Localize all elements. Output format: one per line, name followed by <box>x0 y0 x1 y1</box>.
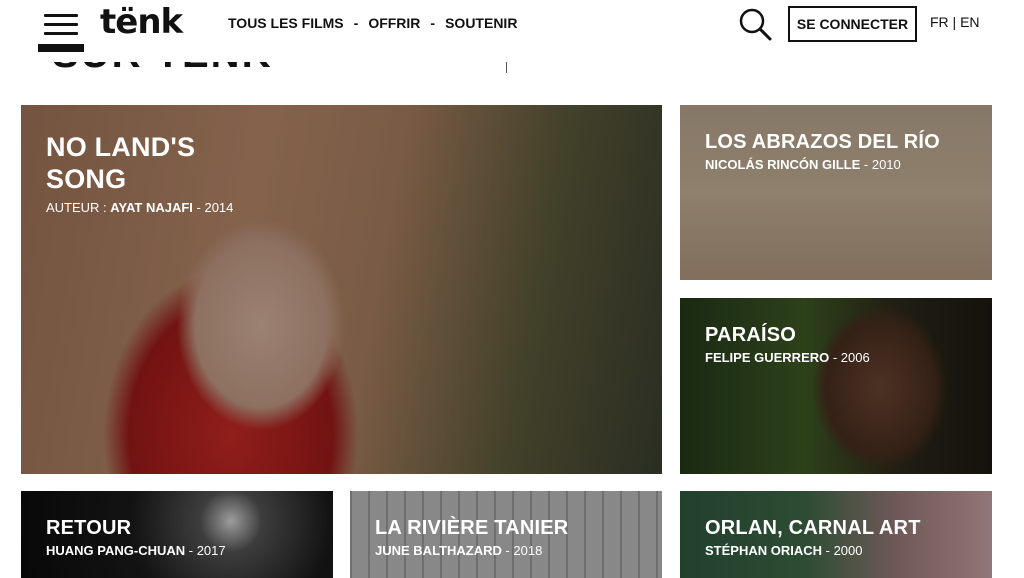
nav-separator: - <box>353 15 359 31</box>
menu-icon[interactable] <box>44 12 78 38</box>
film-year: - 2014 <box>192 199 234 215</box>
lang-en-link[interactable]: EN <box>960 14 979 30</box>
film-title: RETOUR <box>46 517 132 539</box>
film-author: JUNE BALTHAZARD <box>375 543 502 558</box>
film-tile-orlan-carnal-art[interactable]: ORLAN, CARNAL ART STÉPHAN ORIACH - 2000 <box>680 491 992 578</box>
film-title: LOS ABRAZOS DEL RÍO <box>705 131 940 153</box>
film-author: STÉPHAN ORIACH <box>705 543 823 558</box>
menu-active-indicator <box>38 44 84 52</box>
language-switcher: FR | EN <box>930 14 980 30</box>
film-caption: PARAÍSO FELIPE GUERRERO - 2006 <box>705 324 870 365</box>
film-tile-la-riviere-tanier[interactable]: LA RIVIÈRE TANIER JUNE BALTHAZARD - 2018 <box>350 491 662 578</box>
film-meta: AUTEUR : AYAT NAJAFI - 2014 <box>46 200 233 215</box>
lang-fr-link[interactable]: FR <box>930 14 949 30</box>
film-caption: LA RIVIÈRE TANIER JUNE BALTHAZARD - 2018 <box>375 517 568 558</box>
film-meta: FELIPE GUERRERO - 2006 <box>705 350 870 365</box>
film-title: NO LAND'S SONG <box>46 132 196 195</box>
film-title: ORLAN, CARNAL ART <box>705 517 921 539</box>
film-caption: ORLAN, CARNAL ART STÉPHAN ORIACH - 2000 <box>705 517 921 558</box>
film-author: AYAT NAJAFI <box>110 199 193 215</box>
main-nav: TOUS LES FILMS - OFFRIR - SOUTENIR <box>228 15 517 31</box>
film-title: LA RIVIÈRE TANIER <box>375 517 569 539</box>
film-tile-paraiso[interactable]: PARAÍSO FELIPE GUERRERO - 2006 <box>680 298 992 474</box>
film-year: - 2018 <box>501 543 543 558</box>
nav-separator: - <box>430 15 436 31</box>
film-year: - 2017 <box>185 543 226 558</box>
film-tile-no-lands-song[interactable]: NO LAND'S SONG AUTEUR : AYAT NAJAFI - 20… <box>21 105 662 474</box>
film-title: PARAÍSO <box>705 324 797 346</box>
film-tile-los-abrazos-del-rio[interactable]: LOS ABRAZOS DEL RÍO NICOLÁS RINCÓN GILLE… <box>680 105 992 280</box>
film-meta: NICOLÁS RINCÓN GILLE - 2010 <box>705 157 940 172</box>
nav-soutenir[interactable]: SOUTENIR <box>445 15 517 31</box>
film-caption: LOS ABRAZOS DEL RÍO NICOLÁS RINCÓN GILLE… <box>705 131 940 172</box>
film-author: FELIPE GUERRERO <box>705 350 830 365</box>
film-caption: NO LAND'S SONG AUTEUR : AYAT NAJAFI - 20… <box>46 131 233 215</box>
site-header: tënk TOUS LES FILMS - OFFRIR - SOUTENIR … <box>0 0 1024 62</box>
film-year: - 2006 <box>829 350 870 365</box>
lang-separator: | <box>948 14 961 30</box>
site-logo[interactable]: tënk <box>100 2 183 42</box>
nav-offrir[interactable]: OFFRIR <box>368 15 420 31</box>
film-year: - 2000 <box>822 543 863 558</box>
film-meta: JUNE BALTHAZARD - 2018 <box>375 543 568 558</box>
film-author: HUANG PANG-CHUAN <box>46 543 186 558</box>
film-meta: HUANG PANG-CHUAN - 2017 <box>46 543 226 558</box>
film-year: - 2010 <box>860 157 901 172</box>
film-tile-retour[interactable]: RETOUR HUANG PANG-CHUAN - 2017 <box>21 491 333 578</box>
login-button[interactable]: SE CONNECTER <box>788 6 917 42</box>
film-meta: STÉPHAN ORIACH - 2000 <box>705 543 921 558</box>
film-caption: RETOUR HUANG PANG-CHUAN - 2017 <box>46 517 226 558</box>
search-icon[interactable] <box>738 7 774 41</box>
film-author: NICOLÁS RINCÓN GILLE <box>705 157 861 172</box>
author-label: AUTEUR : <box>46 199 111 215</box>
nav-tous-les-films[interactable]: TOUS LES FILMS <box>228 15 344 31</box>
